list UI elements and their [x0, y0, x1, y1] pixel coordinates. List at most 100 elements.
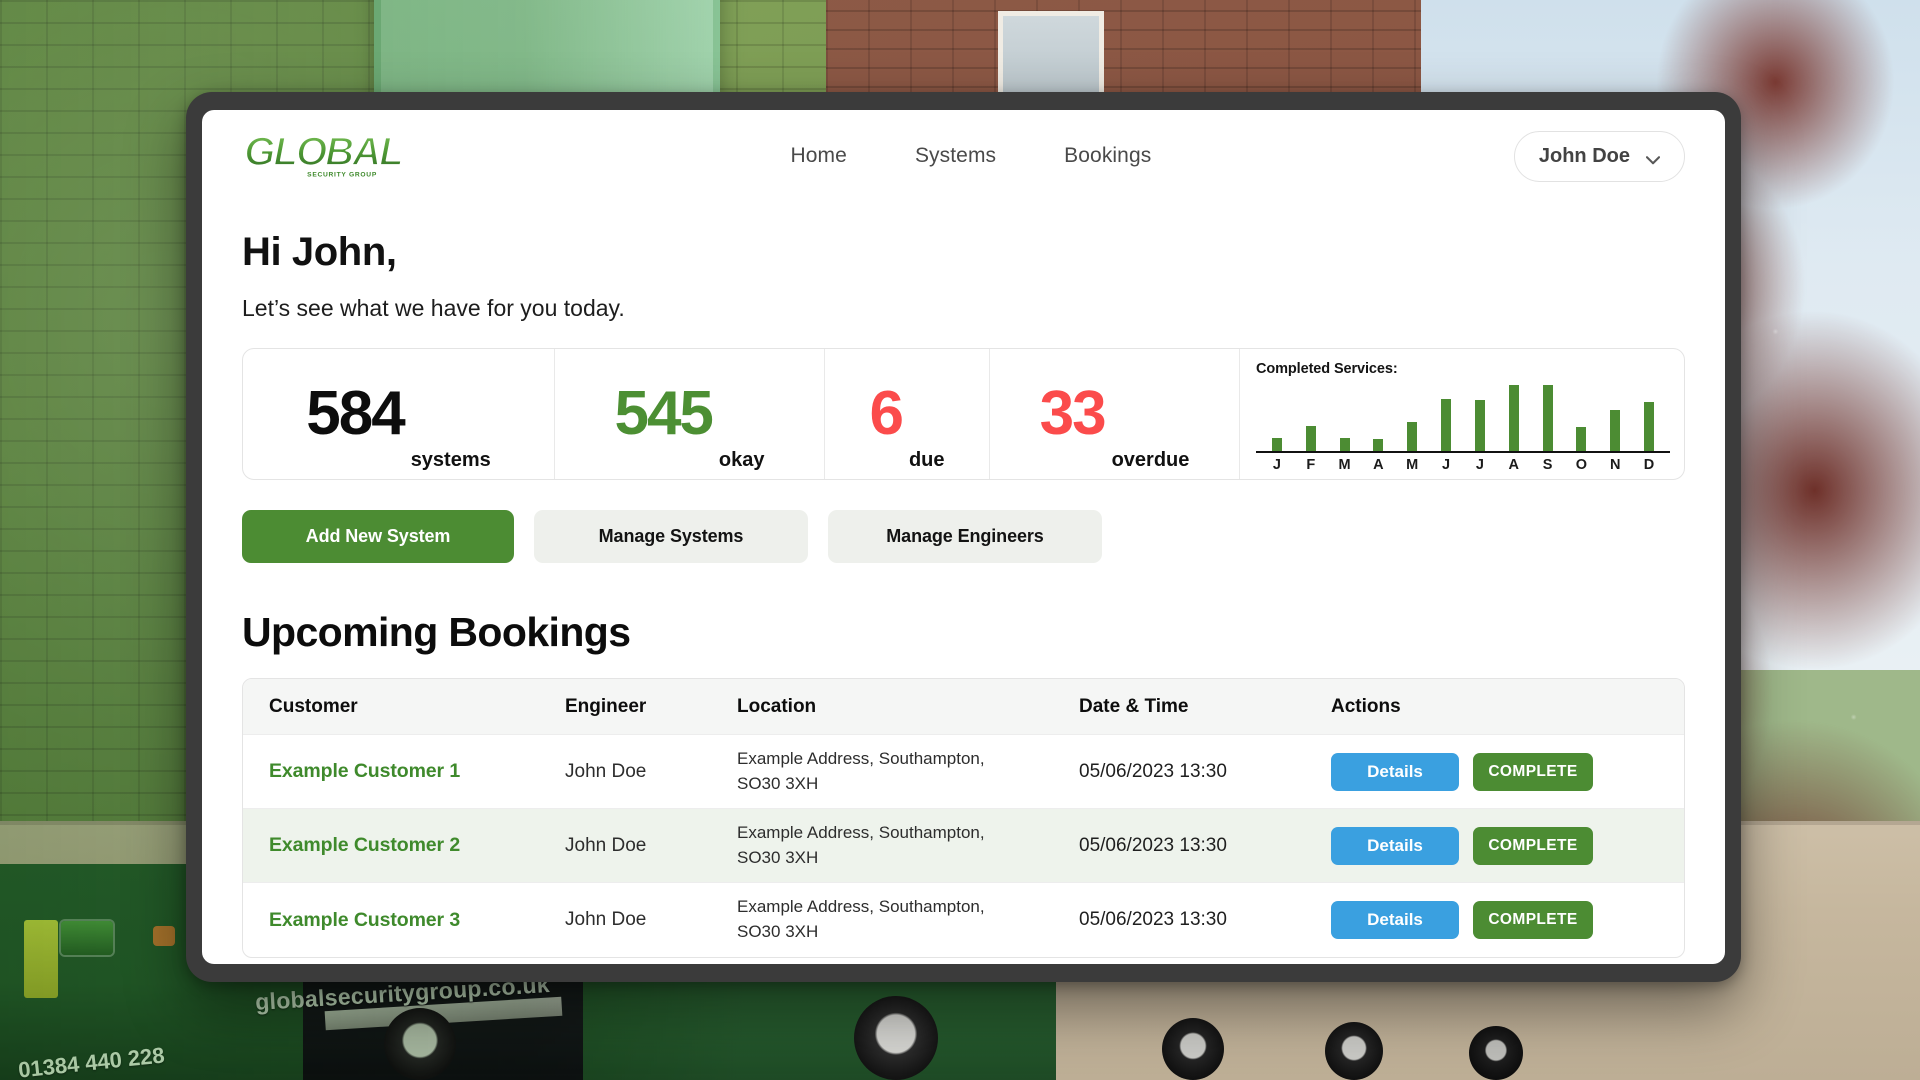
location-line-1: Example Address, Southampton, — [737, 823, 985, 842]
cell-actions: Details COMPLETE — [1305, 901, 1684, 939]
details-button[interactable]: Details — [1331, 827, 1459, 865]
chart-x-tick-label: A — [1361, 457, 1395, 473]
main-navigation: Home Systems Bookings — [428, 144, 1514, 168]
chart-bar — [1610, 410, 1620, 451]
nav-item-systems[interactable]: Systems — [915, 144, 996, 168]
column-header-engineer: Engineer — [539, 696, 711, 718]
chart-bar-wrapper — [1294, 381, 1328, 451]
chart-bar — [1306, 426, 1316, 451]
chart-bar-wrapper — [1328, 381, 1362, 451]
chart-bar — [1475, 400, 1485, 451]
cell-location: Example Address, Southampton,SO30 3XH — [711, 747, 1053, 796]
chart-plot-area — [1256, 381, 1670, 453]
chart-bar-wrapper — [1395, 381, 1429, 451]
chart-x-axis-labels: JFMAMJJASOND — [1256, 453, 1670, 473]
chart-x-tick-label: J — [1260, 457, 1294, 473]
chart-title: Completed Services: — [1256, 361, 1670, 377]
app-content: GLOBAL SECURITY GROUP Home Systems Booki… — [202, 110, 1725, 958]
page-subtitle: Let’s see what we have for you today. — [242, 295, 1685, 322]
complete-button[interactable]: COMPLETE — [1473, 827, 1593, 865]
chart-bar-wrapper — [1463, 381, 1497, 451]
svg-text:GLOBAL: GLOBAL — [244, 130, 402, 174]
van-front-wheel — [854, 996, 938, 1080]
chart-x-tick-label: O — [1564, 457, 1598, 473]
location-line-1: Example Address, Southampton, — [737, 749, 985, 768]
chart-bar — [1272, 438, 1282, 451]
device-frame: GLOBAL SECURITY GROUP Home Systems Booki… — [186, 92, 1741, 982]
chart-bar-wrapper — [1531, 381, 1565, 451]
customer-link[interactable]: Example Customer 1 — [269, 760, 460, 782]
manage-engineers-button[interactable]: Manage Engineers — [828, 510, 1102, 563]
stat-value: 584 — [306, 386, 403, 442]
cell-datetime: 05/06/2023 13:30 — [1053, 909, 1305, 931]
cell-engineer: John Doe — [539, 909, 711, 931]
page-title: Hi John, — [242, 230, 1685, 275]
customer-link[interactable]: Example Customer 3 — [269, 909, 460, 931]
stat-label: systems — [411, 449, 491, 479]
cell-location: Example Address, Southampton, SO30 3XH — [711, 821, 1053, 870]
details-button[interactable]: Details — [1331, 753, 1459, 791]
chart-x-tick-label: A — [1497, 457, 1531, 473]
svg-text:SECURITY GROUP: SECURITY GROUP — [307, 172, 377, 179]
cell-datetime: 05/06/2023 13:30 — [1053, 835, 1305, 857]
chart-bar-wrapper — [1361, 381, 1395, 451]
cell-customer: Example Customer 1 — [243, 760, 539, 783]
stat-overdue: 33 overdue — [990, 349, 1240, 479]
chart-bar-wrapper — [1598, 381, 1632, 451]
chart-bar-wrapper — [1564, 381, 1598, 451]
complete-button[interactable]: COMPLETE — [1473, 901, 1593, 939]
chart-x-tick-label: J — [1463, 457, 1497, 473]
chart-bar-wrapper — [1429, 381, 1463, 451]
cell-engineer: John Doe — [539, 761, 711, 783]
stat-label: due — [909, 449, 945, 479]
chart-bar-wrapper — [1260, 381, 1294, 451]
location-line-2: SO30 3XH — [737, 848, 818, 867]
stat-label: overdue — [1112, 449, 1190, 479]
chart-x-tick-label: D — [1632, 457, 1666, 473]
cell-actions: Details COMPLETE — [1305, 827, 1684, 865]
complete-button[interactable]: COMPLETE — [1473, 753, 1593, 791]
column-header-location: Location — [711, 696, 1053, 718]
global-security-group-logo[interactable]: GLOBAL SECURITY GROUP — [242, 130, 428, 182]
chart-x-tick-label: N — [1598, 457, 1632, 473]
details-button[interactable]: Details — [1331, 901, 1459, 939]
location-line-2: SO30 3XH — [737, 922, 818, 941]
quick-actions: Add New System Manage Systems Manage Eng… — [242, 510, 1685, 563]
column-header-datetime: Date & Time — [1053, 696, 1305, 718]
column-header-actions: Actions — [1305, 696, 1684, 718]
chart-bar-wrapper — [1632, 381, 1666, 451]
manage-systems-button[interactable]: Manage Systems — [534, 510, 808, 563]
vehicle-wheel — [1469, 1026, 1523, 1080]
vehicle-wheel — [1162, 1018, 1224, 1080]
add-new-system-button[interactable]: Add New System — [242, 510, 514, 563]
stat-okay: 545 okay — [555, 349, 825, 479]
location-line-1: Example Address, Southampton, — [737, 897, 985, 916]
table-header-row: Customer Engineer Location Date & Time A… — [243, 679, 1684, 735]
stat-value: 33 — [1040, 386, 1105, 442]
chevron-down-icon — [1646, 152, 1660, 161]
nav-item-bookings[interactable]: Bookings — [1064, 144, 1151, 168]
cell-actions: Details COMPLETE — [1305, 753, 1684, 791]
chart-bar — [1543, 385, 1553, 451]
stat-due: 6 due — [825, 349, 990, 479]
vehicle-wheel — [1325, 1022, 1383, 1080]
user-name-label: John Doe — [1539, 145, 1630, 168]
stats-summary-bar: 584 systems 545 okay 6 due 33 overdue Co… — [242, 348, 1685, 480]
table-row: Example Customer 2John DoeExample Addres… — [243, 809, 1684, 883]
table-row: Example Customer 1John DoeExample Addres… — [243, 735, 1684, 809]
chart-bar-wrapper — [1497, 381, 1531, 451]
table-body: Example Customer 1 John Doe Example Addres… — [243, 735, 1684, 957]
bookings-section-title: Upcoming Bookings — [242, 609, 1685, 656]
customer-link[interactable]: Example Customer 2 — [269, 834, 460, 856]
stat-total-systems: 584 systems — [243, 349, 555, 479]
user-menu-button[interactable]: John Doe — [1514, 131, 1685, 182]
chart-bar — [1441, 399, 1451, 451]
nav-item-home[interactable]: Home — [791, 144, 847, 168]
chart-x-tick-label: F — [1294, 457, 1328, 473]
chart-bar — [1644, 402, 1654, 451]
cell-engineer: John Doe — [539, 835, 711, 857]
cell-datetime: 05/06/2023 13:30 — [1053, 761, 1305, 783]
table-row: Example Customer 3 John Doe Example Addres… — [243, 883, 1684, 957]
device-screen: GLOBAL SECURITY GROUP Home Systems Booki… — [202, 110, 1725, 964]
cell-customer: Example Customer 2 — [243, 834, 539, 857]
